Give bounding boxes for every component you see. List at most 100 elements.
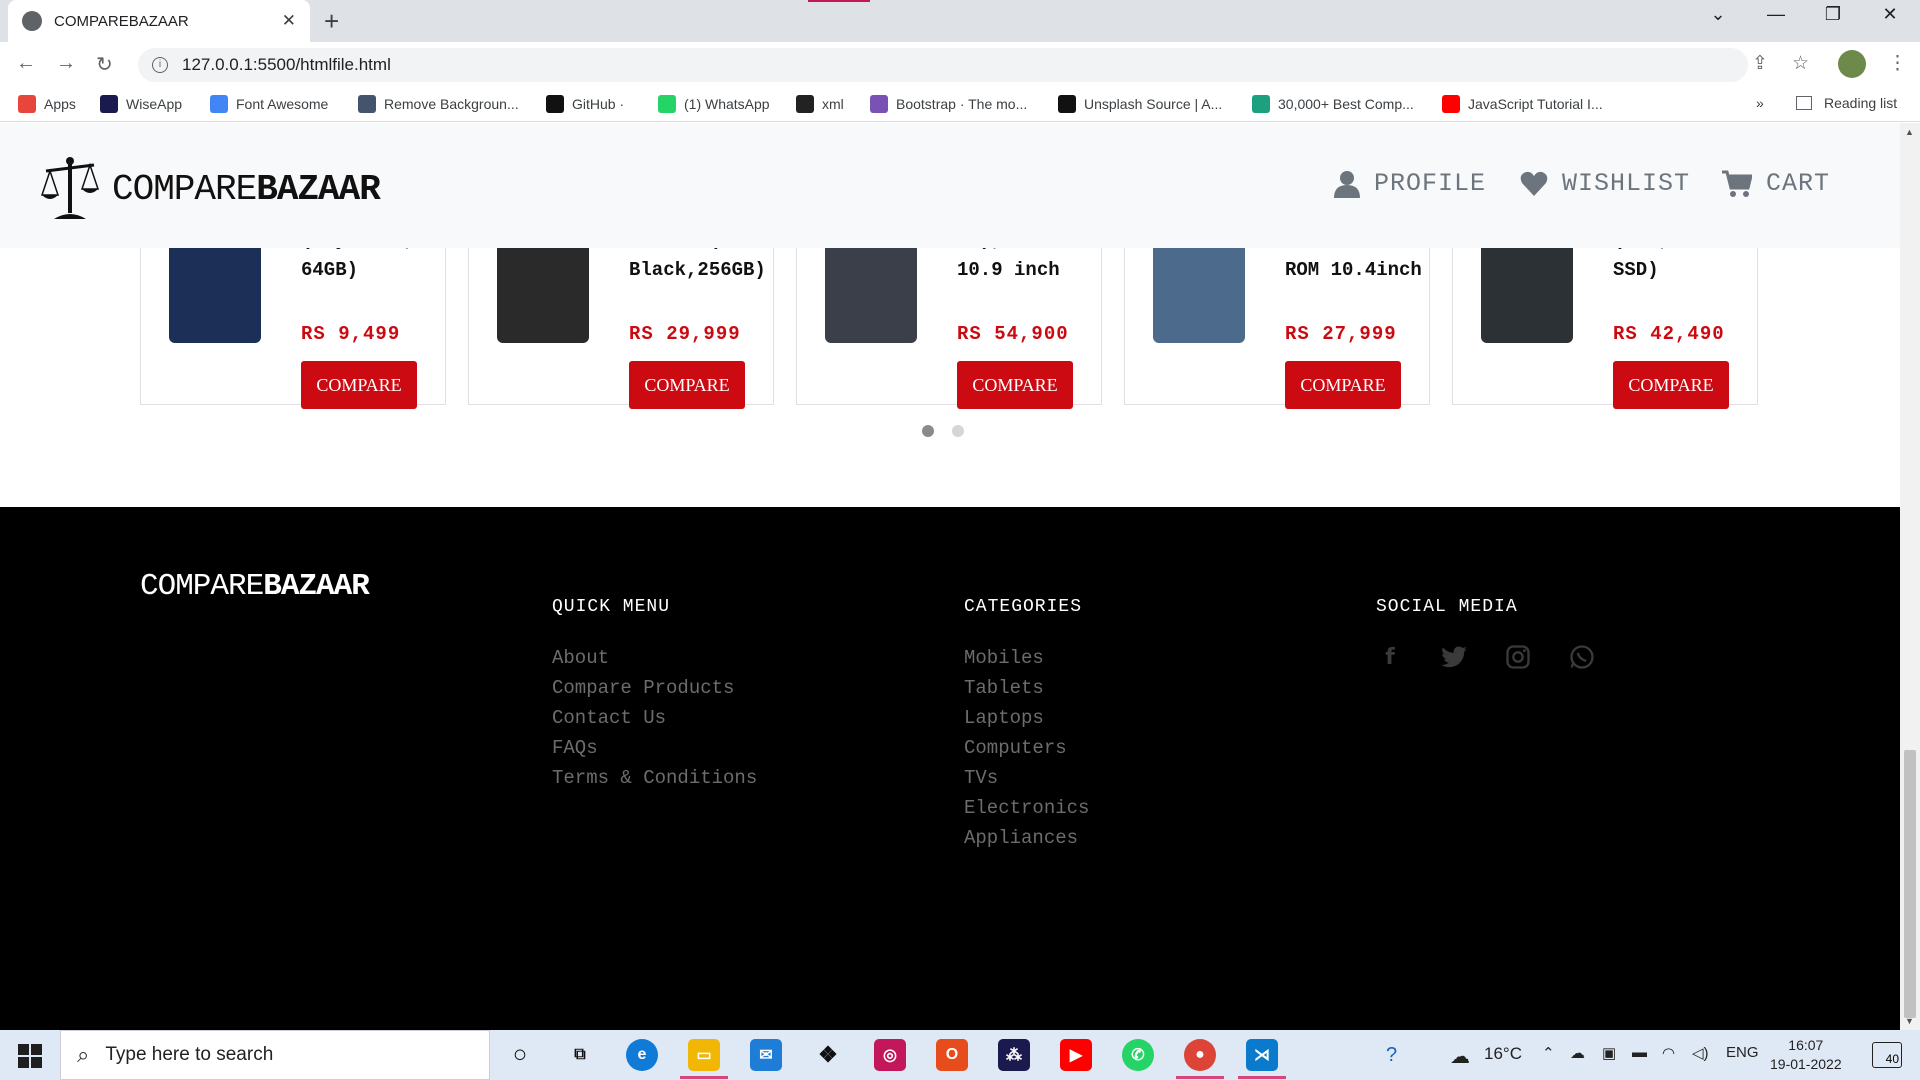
office-icon[interactable]: O [936,1039,968,1071]
minimize-icon[interactable]: — [1756,4,1796,25]
close-tab-icon[interactable]: ✕ [282,11,296,31]
footer-logo[interactable]: COMPAREBAZAAR [140,569,370,604]
instagram-icon[interactable] [1504,643,1532,671]
bookmark-item[interactable]: Apps [18,95,76,113]
language[interactable]: ENG [1726,1044,1759,1061]
category-link[interactable]: TVs [964,763,1089,793]
task-view-icon[interactable]: ⧉ [564,1039,596,1071]
weather-icon[interactable]: ☁ [1450,1044,1470,1069]
jf-icon [796,95,814,113]
youtube-icon[interactable]: ▶ [1060,1039,1092,1071]
vscode-icon[interactable]: ⋊ [1238,1039,1286,1079]
forward-arrow-icon[interactable]: → [56,52,76,75]
bookmark-item[interactable]: Unsplash Source | A... [1058,95,1222,113]
reading-list-button[interactable]: Reading list [1796,95,1897,111]
clock[interactable]: 16:07 19-01-2022 [1770,1036,1842,1074]
quick-menu: QUICK MENU About Compare Products Contact … [552,597,757,793]
category-link[interactable]: Mobiles [964,643,1089,673]
whatsapp-icon[interactable] [1568,643,1596,671]
more-bookmarks-icon[interactable]: » [1756,95,1764,111]
reload-icon[interactable]: ↻ [96,52,113,77]
edge-icon[interactable]: e [626,1039,658,1071]
file-explorer-icon[interactable]: ▭ [680,1039,728,1079]
facebook-icon[interactable]: f [1376,643,1404,671]
help-icon[interactable]: ? [1386,1044,1397,1067]
bookmark-item[interactable]: Remove Backgroun... [358,95,519,113]
quick-menu-link[interactable]: About [552,643,757,673]
share-icon[interactable]: ⇪ [1752,52,1768,75]
category-link[interactable]: Tablets [964,673,1089,703]
address-bar[interactable]: i 127.0.0.1:5500/htmlfile.html [138,48,1748,82]
nav-cart[interactable]: CART [1722,169,1830,198]
info-icon[interactable]: i [152,57,168,73]
bookmark-item[interactable]: 30,000+ Best Comp... [1252,95,1414,113]
bookmark-item[interactable]: WiseApp [100,95,182,113]
galaxy-tab-image[interactable] [1153,243,1245,343]
laptop-image[interactable] [1481,243,1573,343]
menu-kebab-icon[interactable]: ⋮ [1888,52,1907,75]
category-link[interactable]: Appliances [964,823,1089,853]
nav-cart-label: CART [1766,169,1831,198]
whatsapp-taskbar-icon[interactable]: ✆ [1122,1039,1154,1071]
bookmark-item[interactable]: JavaScript Tutorial I... [1442,95,1603,113]
taskbar-search[interactable]: ⌕ Type here to search [60,1030,490,1080]
bookmark-item[interactable]: Bootstrap · The mo... [870,95,1027,113]
quick-menu-link[interactable]: Terms & Conditions [552,763,757,793]
ipad-image[interactable] [825,243,917,343]
app-pink-icon[interactable]: ◎ [874,1039,906,1071]
notification-icon[interactable]: 40 [1872,1042,1902,1068]
scroll-down-arrow-icon[interactable]: ▼ [1905,1016,1914,1026]
quick-menu-link[interactable]: Compare Products [552,673,757,703]
bookmark-item[interactable]: Font Awesome [210,95,328,113]
dropbox-icon[interactable]: ❖ [812,1039,844,1071]
back-arrow-icon[interactable]: ← [16,52,36,75]
temperature[interactable]: 16°C [1484,1044,1522,1064]
category-link[interactable]: Electronics [964,793,1089,823]
carousel-dot[interactable] [922,425,934,437]
dark-phone-image[interactable] [497,243,589,343]
scrollbar-thumb[interactable] [1904,750,1916,1018]
twitter-icon[interactable] [1440,643,1468,671]
quick-menu-link[interactable]: FAQs [552,733,757,763]
category-link[interactable]: Laptops [964,703,1089,733]
nav-profile[interactable]: PROFILE [1334,169,1486,198]
bookmark-item[interactable]: (1) WhatsApp [658,95,770,113]
browser-tab[interactable]: COMPAREBAZAAR ✕ [8,0,310,42]
onedrive-icon[interactable]: ☁ [1570,1044,1585,1062]
product-name-line: Black,256GB) [629,259,766,281]
compare-button[interactable]: COMPARE [1613,361,1729,409]
footer-brand-light: COMPARE [140,569,264,604]
compare-button[interactable]: COMPARE [301,361,417,409]
category-link[interactable]: Computers [964,733,1089,763]
bookmark-star-icon[interactable]: ☆ [1792,52,1809,75]
meet-icon[interactable]: ▣ [1602,1044,1616,1062]
wifi-icon[interactable]: ◠ [1662,1044,1675,1062]
bookmark-item[interactable]: xml [796,95,844,113]
samsung-phone-image[interactable] [169,243,261,343]
new-tab-button[interactable]: + [324,6,339,37]
compare-button[interactable]: COMPARE [629,361,745,409]
profile-avatar[interactable] [1838,50,1866,78]
cortana-icon[interactable]: ○ [504,1039,536,1071]
compare-button[interactable]: COMPARE [957,361,1073,409]
chrome-icon[interactable]: ● [1176,1039,1224,1079]
site-logo[interactable]: COMPAREBAZAAR [40,155,381,223]
window-close-icon[interactable]: ✕ [1870,4,1910,25]
volume-icon[interactable]: ◁) [1692,1044,1709,1062]
compare-button[interactable]: COMPARE [1285,361,1401,409]
bookmark-item[interactable]: GitHub · [546,95,624,113]
tray-chevron-icon[interactable]: ⌃ [1542,1044,1555,1062]
mail-icon[interactable]: ✉ [750,1039,782,1071]
brand-name: COMPAREBAZAAR [112,169,381,210]
tab-search-icon[interactable]: ⌄ [1698,4,1738,25]
nav-wishlist[interactable]: WISHLIST [1520,169,1690,198]
page-scrollbar[interactable]: ▲ ▼ [1900,123,1920,1030]
bookmark-label: 30,000+ Best Comp... [1278,96,1414,112]
restore-icon[interactable]: ❐ [1813,4,1853,25]
carousel-dot[interactable] [952,425,964,437]
wiseapp-taskbar-icon[interactable]: ⁂ [998,1039,1030,1071]
quick-menu-link[interactable]: Contact Us [552,703,757,733]
battery-icon[interactable]: ▬ [1632,1044,1647,1061]
scroll-up-arrow-icon[interactable]: ▲ [1905,127,1914,137]
windows-start-icon[interactable] [18,1044,42,1068]
